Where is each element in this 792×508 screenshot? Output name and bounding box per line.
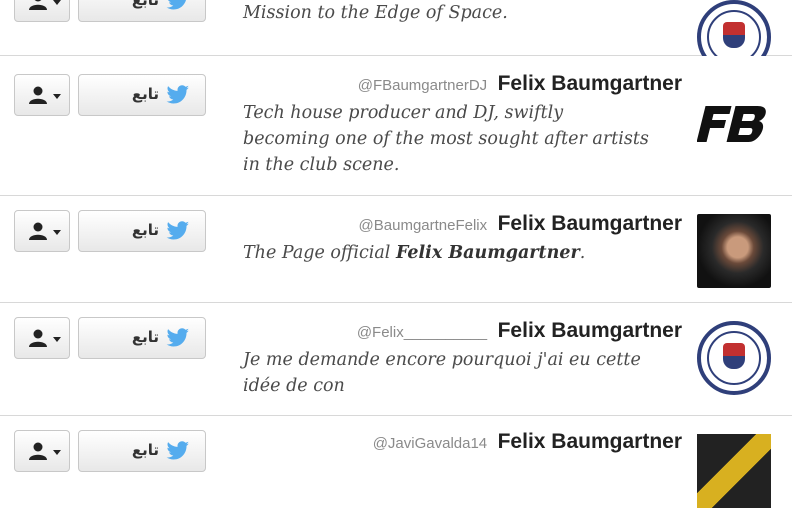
follow-label: تابع: [131, 221, 159, 239]
list-item: تابع @JaviGavalda14 Felix Baumgartner: [0, 416, 792, 508]
person-icon: [29, 86, 47, 104]
follow-button[interactable]: تابع: [78, 210, 206, 252]
person-icon: [29, 222, 47, 240]
user-bio: Mission to the Edge of Space.: [243, 0, 683, 26]
bio-line: Tech house producer and DJ, swiftly: [243, 103, 564, 123]
bio-line: Mission to the Edge of Space.: [243, 3, 508, 23]
bio-line: becoming one of the most sought after ar…: [243, 129, 649, 149]
follow-label: تابع: [131, 0, 159, 9]
follow-label: تابع: [131, 328, 159, 346]
person-icon: [29, 329, 47, 347]
twitter-bird-icon: [166, 441, 189, 460]
user-handle[interactable]: @JaviGavalda14: [373, 435, 487, 452]
partial-avatar[interactable]: [697, 434, 771, 508]
follow-label: تابع: [131, 441, 159, 459]
follow-button[interactable]: تابع: [78, 430, 206, 472]
user-actions-button[interactable]: [14, 317, 70, 359]
user-header: @JaviGavalda14 Felix Baumgartner: [373, 430, 682, 454]
user-header: @Felix__________ Felix Baumgartner: [357, 319, 682, 343]
user-handle[interactable]: @FBaumgartnerDJ: [358, 77, 487, 94]
chevron-down-icon: [53, 230, 61, 235]
twitter-bird-icon: [166, 328, 189, 347]
seal-shield: [723, 343, 745, 369]
user-header: @BaumgartneFelix Felix Baumgartner: [359, 212, 682, 236]
bio-text: The Page official: [243, 243, 396, 263]
user-name[interactable]: Felix Baumgartner: [498, 319, 682, 342]
twitter-bird-icon: [166, 0, 186, 10]
user-bio: Tech house producer and DJ, swiftly beco…: [243, 100, 683, 178]
user-bio: Je me demande encore pourquoi j'ai eu ce…: [243, 347, 683, 399]
follow-label: تابع: [131, 85, 159, 103]
user-handle[interactable]: @BaumgartneFelix: [359, 217, 488, 234]
chevron-down-icon: [53, 450, 61, 455]
follow-button[interactable]: تابع: [78, 0, 206, 22]
who-to-follow-list: تابع Mission to the Edge of Space. تابع …: [0, 0, 792, 508]
user-name[interactable]: Felix Baumgartner: [498, 212, 682, 235]
bio-bold-name: Felix Baumgartner: [395, 243, 580, 263]
fb-logo-graphic: [696, 106, 766, 142]
astronaut-photo[interactable]: [697, 214, 771, 288]
bio-line: in the club scene.: [243, 155, 400, 175]
user-actions-button[interactable]: [14, 74, 70, 116]
list-item: تابع Mission to the Edge of Space.: [0, 0, 792, 74]
chevron-down-icon: [53, 94, 61, 99]
list-item: تابع @BaumgartneFelix Felix Baumgartner …: [0, 196, 792, 303]
list-item: تابع @FBaumgartnerDJ Felix Baumgartner T…: [0, 56, 792, 196]
chevron-down-icon: [53, 337, 61, 342]
twitter-bird-icon: [166, 85, 189, 104]
user-name[interactable]: Felix Baumgartner: [498, 72, 682, 95]
bio-line: Je me demande encore pourquoi j'ai eu ce…: [243, 350, 641, 370]
user-name[interactable]: Felix Baumgartner: [498, 430, 682, 453]
user-actions-button[interactable]: [14, 430, 70, 472]
bio-line: idée de con: [243, 376, 345, 396]
user-actions-button[interactable]: [14, 0, 70, 22]
follow-button[interactable]: تابع: [78, 74, 206, 116]
person-icon: [29, 442, 47, 460]
user-bio: The Page official Felix Baumgartner.: [243, 240, 683, 266]
user-actions-button[interactable]: [14, 210, 70, 252]
chevron-down-icon: [53, 0, 61, 5]
user-header: @FBaumgartnerDJ Felix Baumgartner: [358, 72, 682, 96]
twitter-bird-icon: [166, 221, 189, 240]
list-item: تابع @Felix__________ Felix Baumgartner …: [0, 303, 792, 416]
bio-text-end: .: [579, 243, 586, 263]
person-icon: [29, 0, 47, 10]
user-handle[interactable]: @Felix__________: [357, 324, 487, 341]
fb-logo-icon[interactable]: [696, 84, 771, 158]
seal-shield: [723, 22, 745, 48]
follow-button[interactable]: تابع: [78, 317, 206, 359]
seal-emblem-icon[interactable]: [697, 321, 771, 395]
